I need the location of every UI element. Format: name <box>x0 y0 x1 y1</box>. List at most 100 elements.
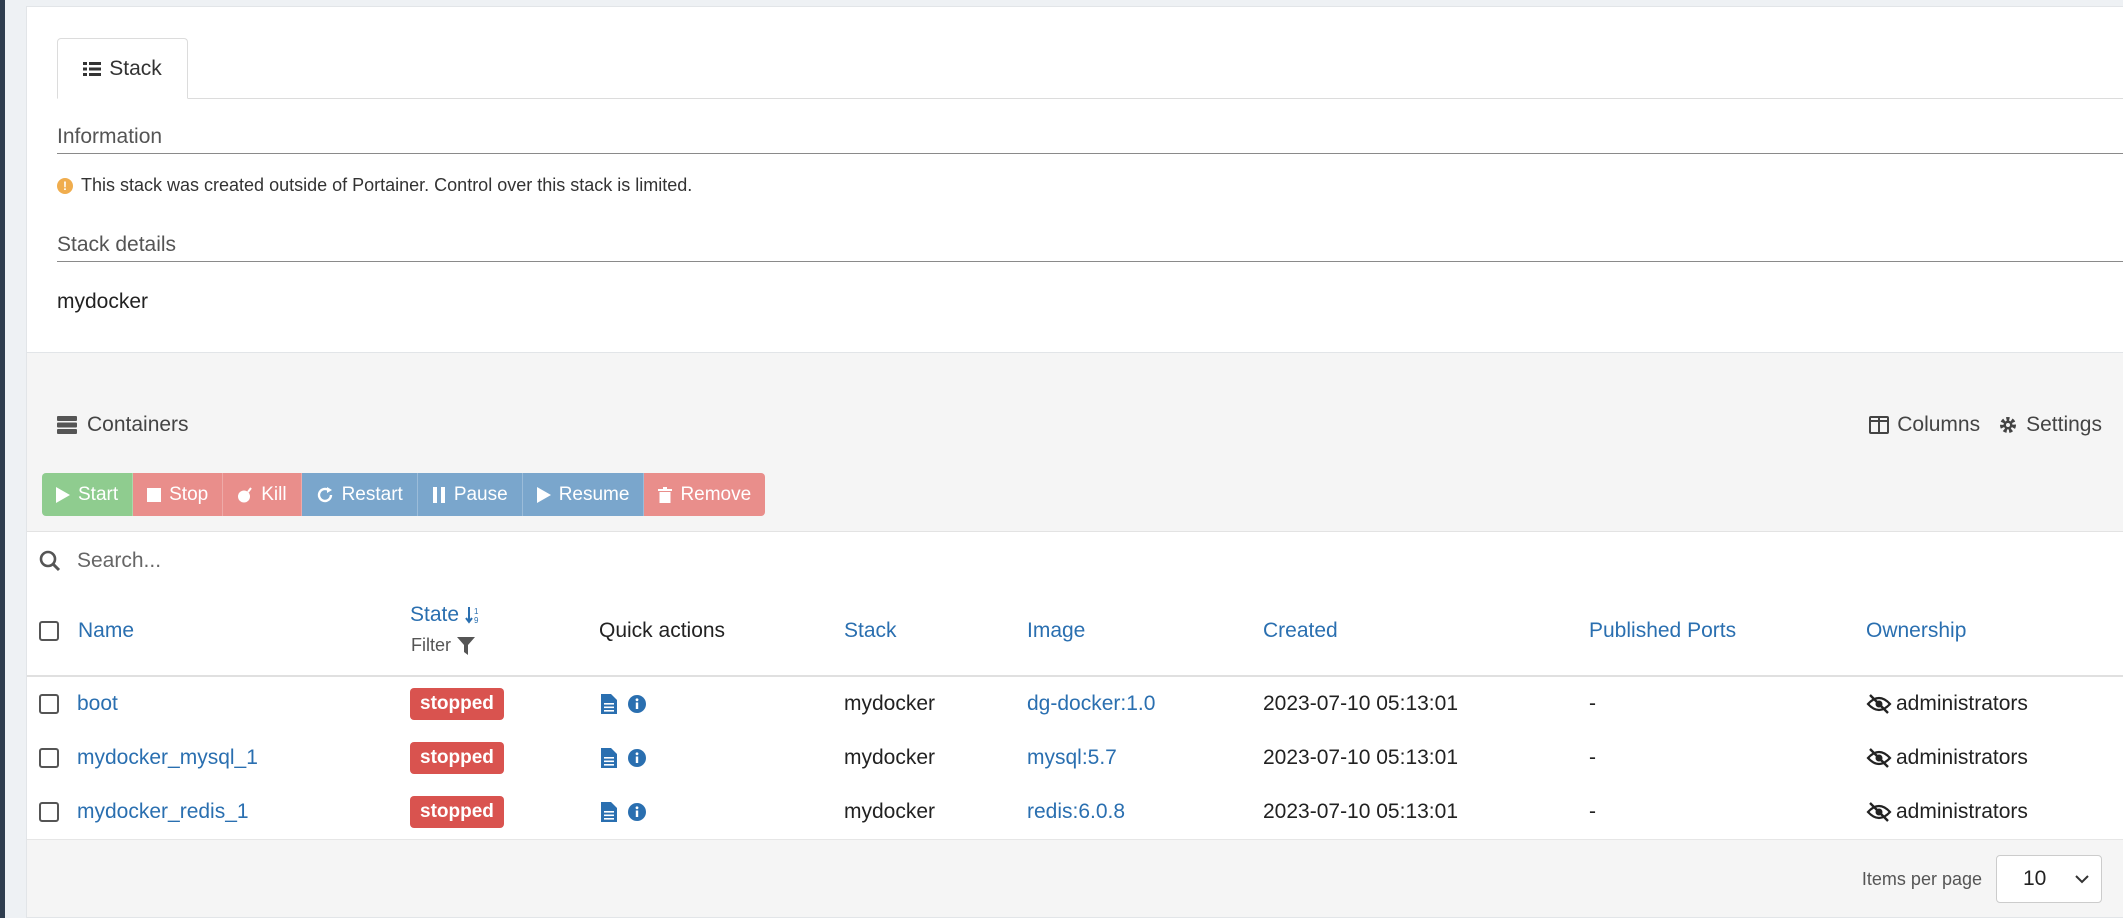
eye-slash-icon <box>1866 694 1892 714</box>
columns-label: Columns <box>1897 413 1981 436</box>
info-icon[interactable] <box>627 748 647 768</box>
server-icon <box>57 416 77 434</box>
column-header-quick-actions: Quick actions <box>599 619 726 642</box>
container-actions: Start Stop Kill Restart Pause Resume Rem… <box>42 473 766 516</box>
stop-button[interactable]: Stop <box>133 473 224 516</box>
table-row: mydocker_redis_1 stopped mydocker redis:… <box>27 785 2123 840</box>
column-header-published-ports[interactable]: Published Ports <box>1589 619 1736 643</box>
pause-icon <box>432 486 445 503</box>
stack-name: mydocker <box>57 290 149 313</box>
status-badge: stopped <box>410 742 504 774</box>
tab-stack[interactable]: Stack <box>57 38 188 99</box>
quick-actions <box>601 785 647 839</box>
sort-icon: 19 <box>465 607 479 624</box>
row-stack: mydocker <box>844 692 936 715</box>
kill-button[interactable]: Kill <box>223 473 302 516</box>
table-row: mydocker_mysql_1 stopped mydocker mysql:… <box>27 731 2123 786</box>
row-ownership: administrators <box>1866 785 2028 839</box>
info-icon[interactable] <box>627 694 647 714</box>
status-badge: stopped <box>410 688 504 720</box>
logs-icon[interactable] <box>601 748 617 768</box>
row-checkbox[interactable] <box>39 694 59 714</box>
stack-panel: Stack Information ! This stack was creat… <box>26 6 2123 366</box>
list-icon <box>83 61 102 76</box>
settings-button[interactable]: Settings <box>1998 413 2102 437</box>
row-published-ports: - <box>1589 746 1596 769</box>
pause-label: Pause <box>453 483 508 505</box>
restart-label: Restart <box>341 483 403 505</box>
items-per-page-value: 10 <box>2023 867 2047 890</box>
info-message: ! This stack was created outside of Port… <box>57 175 692 196</box>
resume-button[interactable]: Resume <box>522 473 645 516</box>
warning-icon: ! <box>57 177 73 194</box>
column-header-stack[interactable]: Stack <box>844 619 897 643</box>
container-name-link[interactable]: mydocker_redis_1 <box>77 785 249 839</box>
information-title: Information <box>57 125 2123 154</box>
row-image-link[interactable]: mysql:5.7 <box>1027 731 1117 785</box>
search-icon <box>39 550 61 572</box>
quick-actions <box>601 677 647 731</box>
svg-text:9: 9 <box>474 616 479 624</box>
remove-button[interactable]: Remove <box>644 473 766 516</box>
search-bar <box>27 531 2123 591</box>
pause-button[interactable]: Pause <box>417 473 523 516</box>
containers-title-label: Containers <box>87 413 189 436</box>
row-image-link[interactable]: redis:6.0.8 <box>1027 785 1125 839</box>
items-per-page-select[interactable]: 10 <box>1996 855 2102 903</box>
select-all-checkbox[interactable] <box>39 621 59 641</box>
column-header-created[interactable]: Created <box>1263 619 1338 643</box>
info-icon[interactable] <box>627 802 647 822</box>
row-ownership-label: administrators <box>1896 692 2028 715</box>
logs-icon[interactable] <box>601 802 617 822</box>
chevron-down-icon <box>2075 875 2089 884</box>
stop-icon <box>147 487 162 502</box>
eye-slash-icon <box>1866 802 1892 822</box>
gear-icon <box>2000 417 2017 433</box>
row-published-ports: - <box>1589 692 1596 715</box>
items-per-page-label: Items per page <box>1861 868 1982 889</box>
containers-title: Containers <box>57 413 189 437</box>
resume-label: Resume <box>558 483 630 505</box>
stop-label: Stop <box>169 483 209 505</box>
play-icon <box>56 486 70 503</box>
kill-label: Kill <box>261 483 287 505</box>
row-ownership-label: administrators <box>1896 746 2028 769</box>
svg-text:1: 1 <box>474 607 479 616</box>
state-filter[interactable]: Filter <box>411 635 475 656</box>
column-header-name[interactable]: Name <box>78 619 134 643</box>
row-checkbox[interactable] <box>39 748 59 768</box>
search-input[interactable] <box>75 548 679 574</box>
container-name-link[interactable]: boot <box>77 677 118 731</box>
stack-tab-bar: Stack <box>57 38 2123 99</box>
settings-label: Settings <box>2026 413 2102 436</box>
quick-actions <box>601 731 647 785</box>
restart-button[interactable]: Restart <box>301 473 418 516</box>
row-published-ports: - <box>1589 800 1596 823</box>
row-checkbox[interactable] <box>39 802 59 822</box>
row-created: 2023-07-10 05:13:01 <box>1263 746 1458 769</box>
row-ownership-label: administrators <box>1896 800 2028 823</box>
table-row: boot stopped mydocker dg-docker:1.0 2023… <box>27 677 2123 732</box>
row-created: 2023-07-10 05:13:01 <box>1263 692 1458 715</box>
logs-icon[interactable] <box>601 694 617 714</box>
row-image-link[interactable]: dg-docker:1.0 <box>1027 677 1155 731</box>
info-message-text: This stack was created outside of Portai… <box>81 175 693 195</box>
start-button[interactable]: Start <box>42 473 134 516</box>
row-stack: mydocker <box>844 800 936 823</box>
column-header-ownership[interactable]: Ownership <box>1866 619 1966 643</box>
play-icon <box>536 486 551 503</box>
row-ownership: administrators <box>1866 731 2028 785</box>
container-name-link[interactable]: mydocker_mysql_1 <box>77 731 258 785</box>
start-label: Start <box>78 483 119 505</box>
columns-button[interactable]: Columns <box>1869 413 1980 437</box>
column-header-image[interactable]: Image <box>1027 619 1085 643</box>
column-header-state[interactable]: State 19 <box>410 603 483 627</box>
containers-panel: Containers Columns Settings Start Stop K… <box>26 352 2123 918</box>
column-header-state-label: State <box>410 603 460 626</box>
pagination-footer: Items per page 10 <box>1862 855 2102 903</box>
remove-label: Remove <box>680 483 752 505</box>
row-created: 2023-07-10 05:13:01 <box>1263 800 1458 823</box>
table-header: Name State 19 Filter Quick actions Stack… <box>27 589 2123 677</box>
row-stack: mydocker <box>844 746 936 769</box>
stack-details-title: Stack details <box>57 233 2123 262</box>
